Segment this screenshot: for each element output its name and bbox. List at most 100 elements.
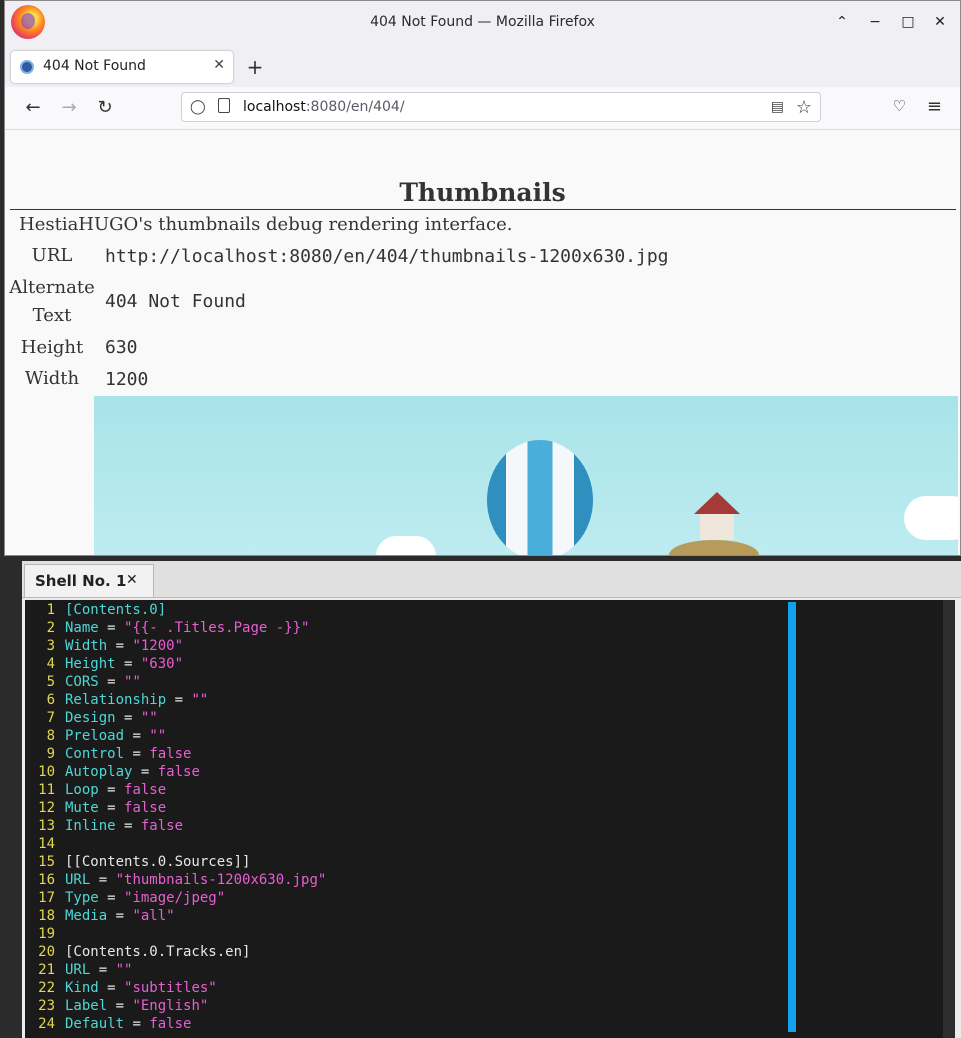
close-window-button[interactable]: ✕ <box>931 13 949 31</box>
code-text: = <box>124 746 150 762</box>
thumbnail-image <box>94 396 958 555</box>
page-description: HestiaHUGO's thumbnails debug rendering … <box>19 214 513 235</box>
code-value: "630" <box>140 656 184 672</box>
tab-label: 404 Not Found <box>43 58 146 74</box>
code-value: false <box>149 746 192 762</box>
editor-buffer[interactable]: 1 [Contents.0] 2 Name = "{{- .Titles.Page -… <box>25 600 955 1038</box>
line-number: 10 <box>38 764 55 780</box>
code-line[interactable]: Autoplay = false <box>65 764 200 780</box>
hamburger-menu-icon[interactable]: ≡ <box>927 96 942 117</box>
forward-arrow-icon[interactable]: → <box>59 97 79 118</box>
line-number: 24 <box>38 1016 55 1032</box>
code-value: "" <box>124 674 141 690</box>
code-line[interactable]: [Contents.0.Tracks.en] <box>65 944 250 960</box>
code-text: = <box>124 1016 150 1032</box>
code-value: false <box>157 764 200 780</box>
line-number: 5 <box>46 674 55 690</box>
code-line[interactable]: URL = "" <box>65 962 132 978</box>
code-line[interactable]: Loop = false <box>65 782 166 798</box>
code-line[interactable]: Preload = "" <box>65 728 166 744</box>
code-key: URL <box>65 962 91 978</box>
new-tab-button[interactable]: + <box>245 55 265 79</box>
field-label-width: Width <box>24 368 80 389</box>
field-label-url: URL <box>31 245 73 266</box>
maximize-button[interactable]: □ <box>899 13 917 31</box>
tab-404-not-found[interactable]: 404 Not Found ✕ <box>11 51 233 83</box>
terminal-tab[interactable]: Shell No. 1 ✕ <box>24 564 154 597</box>
reload-icon[interactable]: ↻ <box>95 97 115 118</box>
code-line[interactable]: Height = "630" <box>65 656 183 672</box>
code-line[interactable]: Width = "1200" <box>65 638 183 654</box>
code-text: = <box>98 674 125 690</box>
bookmark-star-icon[interactable]: ☆ <box>796 97 812 118</box>
shield-icon[interactable]: ◯ <box>190 99 206 115</box>
code-key: Inline <box>65 818 116 834</box>
code-line[interactable]: Relationship = "" <box>65 692 208 708</box>
url-path: :8080/en/404/ <box>305 99 405 115</box>
code-line[interactable]: Media = "all" <box>65 908 175 924</box>
close-tab-icon[interactable]: ✕ <box>213 57 225 73</box>
code-key: Control <box>65 746 125 762</box>
code-value: false <box>149 1016 192 1032</box>
title-bar: 404 Not Found — Mozilla Firefox ⌃ − □ ✕ <box>5 1 960 45</box>
code-line[interactable]: Control = false <box>65 746 191 762</box>
code-value: "1200" <box>132 638 184 654</box>
code-line[interactable]: Mute = false <box>65 800 166 816</box>
code-text: = <box>107 998 133 1014</box>
code-text: [[Contents.0.Sources]] <box>65 854 251 870</box>
scrollbar[interactable] <box>943 600 955 1038</box>
field-value-alternate-text: 404 Not Found <box>105 291 246 312</box>
address-bar[interactable]: ◯ localhost:8080/en/404/ ▤ ☆ <box>181 92 821 122</box>
code-key: Loop <box>65 782 99 798</box>
code-key: Width <box>65 638 108 654</box>
close-tab-icon[interactable]: ✕ <box>126 572 138 588</box>
field-value-url: http://localhost:8080/en/404/thumbnails-… <box>105 246 669 267</box>
page-title: Thumbnails <box>399 178 566 207</box>
code-key: Height <box>65 656 116 672</box>
code-value: "" <box>149 728 167 744</box>
chevron-up-icon[interactable]: ⌃ <box>833 13 851 31</box>
code-key: Preload <box>65 728 125 744</box>
code-line[interactable]: Default = false <box>65 1016 191 1032</box>
line-number: 3 <box>46 638 55 654</box>
code-value: "all" <box>132 908 175 924</box>
code-line[interactable]: URL = "thumbnails-1200x630.jpg" <box>65 872 326 888</box>
code-line[interactable]: CORS = "" <box>65 674 141 690</box>
code-line[interactable]: Name = "{{- .Titles.Page -}}" <box>65 620 309 636</box>
code-text: = <box>98 620 125 636</box>
favicon-icon <box>20 60 34 74</box>
code-line[interactable]: [[Contents.0.Sources]] <box>65 854 250 870</box>
page-info-icon[interactable] <box>218 98 230 113</box>
code-line[interactable]: [Contents.0] <box>65 602 166 618</box>
code-text: = <box>90 962 116 978</box>
code-editor[interactable]: 1 [Contents.0] 2 Name = "{{- .Titles.Page -… <box>25 600 955 1038</box>
code-line[interactable]: Label = "English" <box>65 998 208 1014</box>
code-key: [Contents.0] <box>65 602 167 618</box>
code-key: Relationship <box>65 692 167 708</box>
url-text[interactable]: localhost:8080/en/404/ <box>243 99 405 115</box>
reader-view-icon[interactable]: ▤ <box>771 99 784 115</box>
code-line[interactable]: Kind = "subtitles" <box>65 980 217 996</box>
line-number: 4 <box>46 656 55 672</box>
code-value: "thumbnails-1200x630.jpg" <box>115 872 327 888</box>
code-text: = <box>115 656 141 672</box>
code-text: [Contents.0.Tracks.en] <box>65 944 251 960</box>
cloud-illustration <box>376 536 436 555</box>
pocket-icon[interactable]: ♡ <box>893 97 906 115</box>
line-number: 12 <box>38 800 55 816</box>
code-value: false <box>124 800 167 816</box>
code-text: = <box>98 890 125 906</box>
code-line[interactable]: Type = "image/jpeg" <box>65 890 225 906</box>
field-label-alternate-text: Alternate Text <box>9 277 95 326</box>
cloud-illustration <box>904 496 958 540</box>
back-arrow-icon[interactable]: ← <box>23 97 43 118</box>
line-number: 9 <box>46 746 55 762</box>
minimize-button[interactable]: − <box>866 13 884 31</box>
code-value: "subtitles" <box>124 980 217 996</box>
code-key: URL <box>65 872 91 888</box>
code-line[interactable]: Inline = false <box>65 818 183 834</box>
code-line[interactable]: Design = "" <box>65 710 158 726</box>
line-number: 19 <box>38 926 55 942</box>
code-key: Name <box>65 620 99 636</box>
house-body <box>700 514 734 540</box>
